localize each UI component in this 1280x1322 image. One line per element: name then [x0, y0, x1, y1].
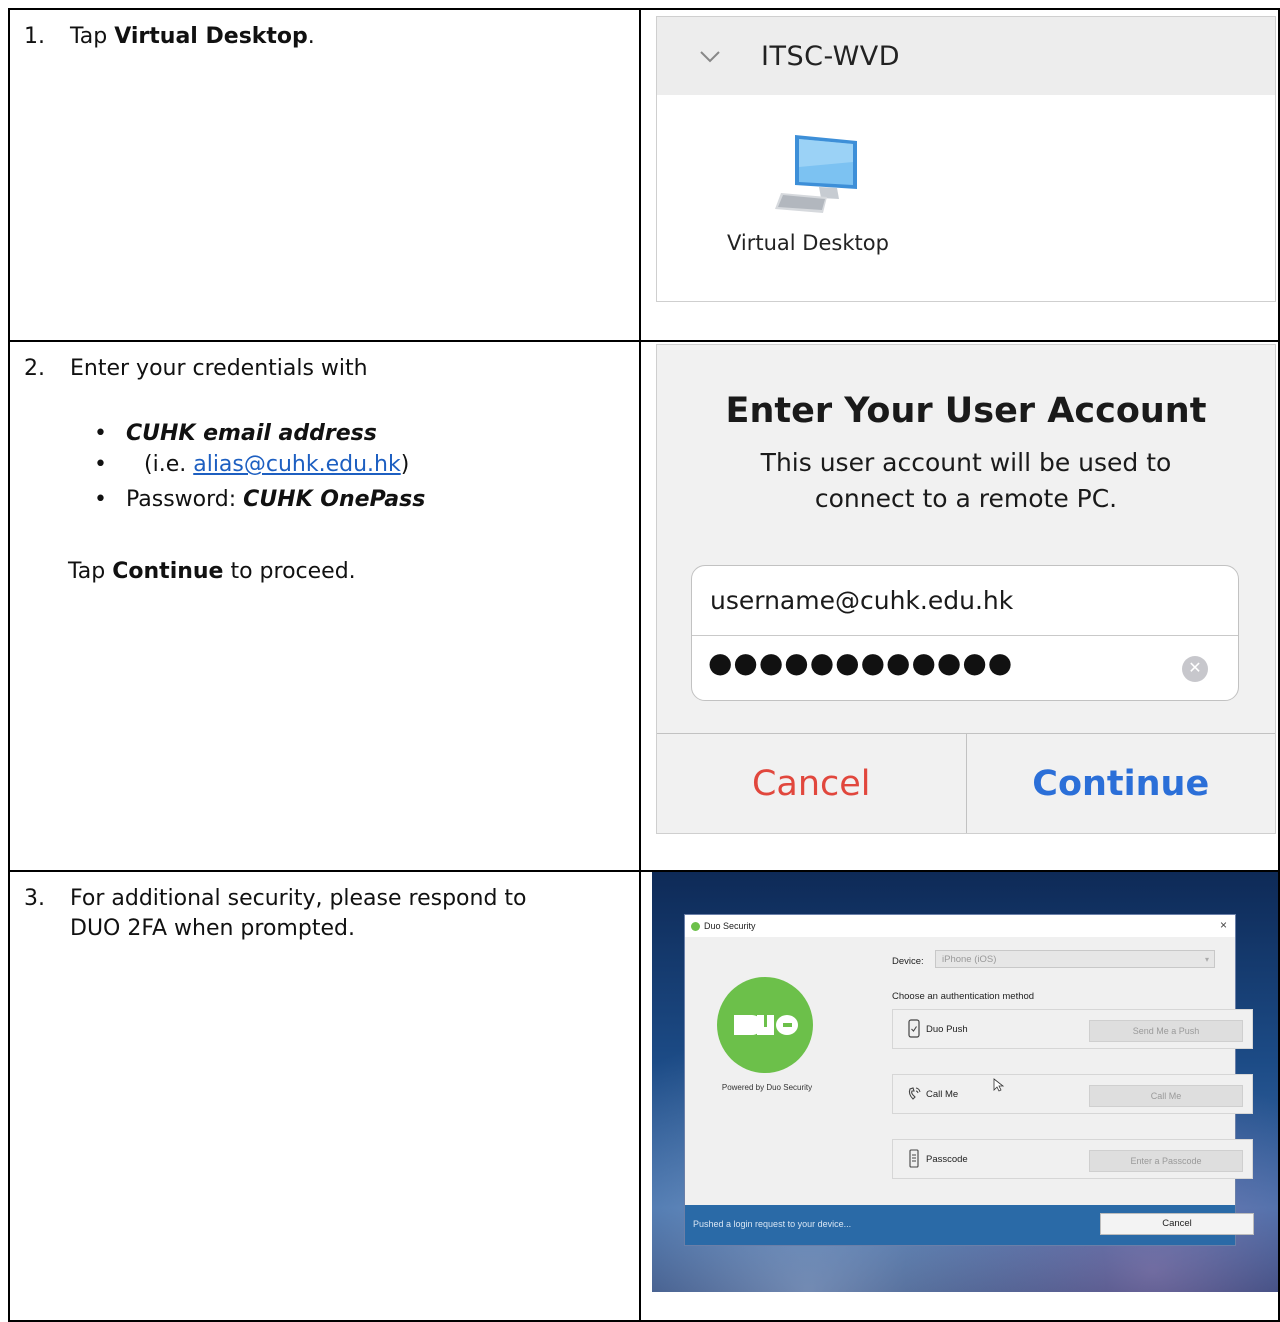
- step-3-text: For additional security, please respond …: [70, 886, 527, 941]
- step-2-cell: 2. Enter your credentials with CUHK emai…: [8, 340, 641, 872]
- choose-method-label: Choose an authentication method: [892, 991, 1035, 1002]
- workspace-panel: ITSC-WVD Virtual Desktop: [656, 16, 1276, 302]
- workspace-header[interactable]: ITSC-WVD: [657, 17, 1275, 95]
- duo-push-label: Duo Push: [926, 1024, 968, 1035]
- bullet-email: CUHK email address: [10, 418, 639, 449]
- duo-cancel-button[interactable]: Cancel: [1100, 1213, 1254, 1235]
- step-2-intro: Enter your credentials with: [70, 356, 368, 381]
- chevron-down-icon[interactable]: [697, 43, 723, 69]
- duo-titlebar: Duo Security ×: [685, 915, 1235, 937]
- phone-call-icon: [908, 1087, 921, 1100]
- step-1-cell: 1. Tap Virtual Desktop.: [8, 8, 641, 342]
- enter-passcode-button[interactable]: Enter a Passcode: [1089, 1150, 1243, 1172]
- bullet-email-example: (i.e. alias@cuhk.edu.hk): [10, 449, 639, 480]
- dialog-buttons: Cancel Continue: [657, 733, 1276, 833]
- device-label: Device:: [892, 956, 924, 967]
- bullet-password: Password: CUHK OnePass: [10, 484, 639, 515]
- passcode-label: Passcode: [926, 1154, 968, 1165]
- password-field[interactable]: ●●●●●●●●●●●●: [708, 646, 1013, 679]
- duo-window-title: Duo Security: [704, 921, 756, 931]
- duo-window: Duo Security × Powered by Duo Security D…: [684, 914, 1254, 1246]
- step-3-cell: 3. For additional security, please respo…: [8, 870, 641, 1322]
- passcode-icon: [909, 1149, 919, 1168]
- username-field[interactable]: username@cuhk.edu.hk: [710, 586, 1013, 615]
- send-push-button[interactable]: Send Me a Push: [1089, 1020, 1243, 1042]
- mouse-cursor-icon: [993, 1078, 1005, 1092]
- credential-fields: username@cuhk.edu.hk ●●●●●●●●●●●● ✕: [691, 565, 1239, 701]
- duo-push-option: Duo Push Send Me a Push: [892, 1009, 1253, 1049]
- passcode-option: Passcode Enter a Passcode: [892, 1139, 1253, 1179]
- user-account-dialog: Enter Your User Account This user accoun…: [656, 344, 1276, 834]
- step-number: 1.: [24, 24, 45, 49]
- step-number: 2.: [24, 356, 45, 381]
- duo-logo-mark: [734, 1015, 798, 1035]
- virtual-desktop-label[interactable]: Virtual Desktop: [727, 231, 889, 255]
- step-1-text: Tap Virtual Desktop.: [70, 24, 315, 49]
- clear-icon[interactable]: ✕: [1182, 656, 1208, 682]
- call-me-button[interactable]: Call Me: [1089, 1085, 1243, 1107]
- chevron-down-icon: ▾: [1204, 955, 1209, 964]
- duo-screenshot: Duo Security × Powered by Duo Security D…: [652, 872, 1278, 1292]
- call-me-label: Call Me: [926, 1089, 959, 1100]
- duo-status-text: Pushed a login request to your device...: [693, 1219, 852, 1229]
- duo-app-icon: [691, 921, 700, 931]
- close-icon[interactable]: ×: [1220, 918, 1227, 932]
- workspace-title: ITSC-WVD: [761, 40, 901, 72]
- duo-footer: Pushed a login request to your device...…: [685, 1205, 1254, 1245]
- device-select[interactable]: iPhone (iOS) ▾: [935, 950, 1215, 968]
- field-divider: [692, 635, 1238, 636]
- dialog-title: Enter Your User Account: [725, 391, 1207, 431]
- email-example-link[interactable]: alias@cuhk.edu.hk: [193, 452, 401, 477]
- step-2-continue-text: Tap Continue to proceed.: [68, 559, 356, 584]
- cancel-button[interactable]: Cancel: [657, 734, 967, 833]
- step-number: 3.: [24, 886, 45, 911]
- phone-push-icon: [908, 1019, 920, 1038]
- duo-powered-by: Powered by Duo Security: [721, 1083, 813, 1092]
- monitor-icon[interactable]: [767, 127, 867, 227]
- continue-button[interactable]: Continue: [967, 734, 1276, 833]
- duo-logo: [717, 977, 813, 1073]
- call-me-option: Call Me Call Me: [892, 1074, 1253, 1114]
- dialog-subtitle: This user account will be used to connect…: [760, 448, 1172, 513]
